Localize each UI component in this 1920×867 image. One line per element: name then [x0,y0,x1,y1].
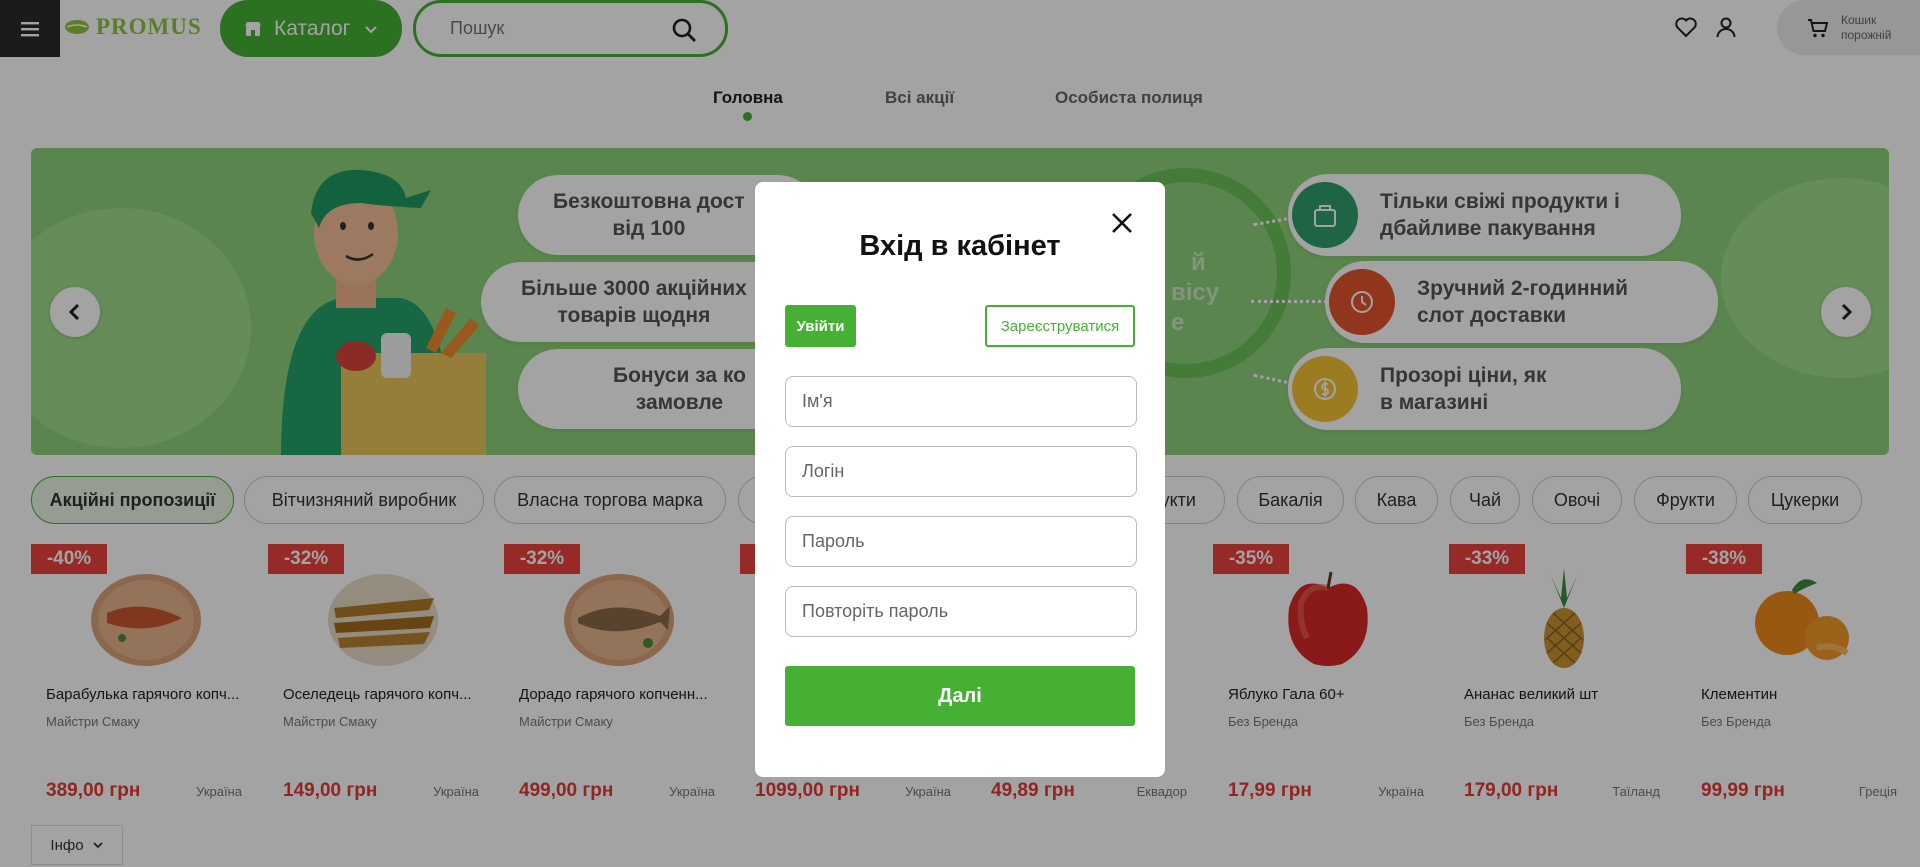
repeat-password-field[interactable] [785,586,1137,637]
login-field[interactable] [785,446,1137,497]
modal-title: Вхід в кабінет [859,230,1061,262]
login-modal: Вхід в кабінет Увійти Зареєструватися Да… [755,182,1165,777]
next-button[interactable]: Далі [785,666,1135,726]
name-field[interactable] [785,376,1137,427]
password-field[interactable] [785,516,1137,567]
login-tab-button[interactable]: Увійти [785,305,856,347]
register-tab-button[interactable]: Зареєструватися [985,305,1135,347]
